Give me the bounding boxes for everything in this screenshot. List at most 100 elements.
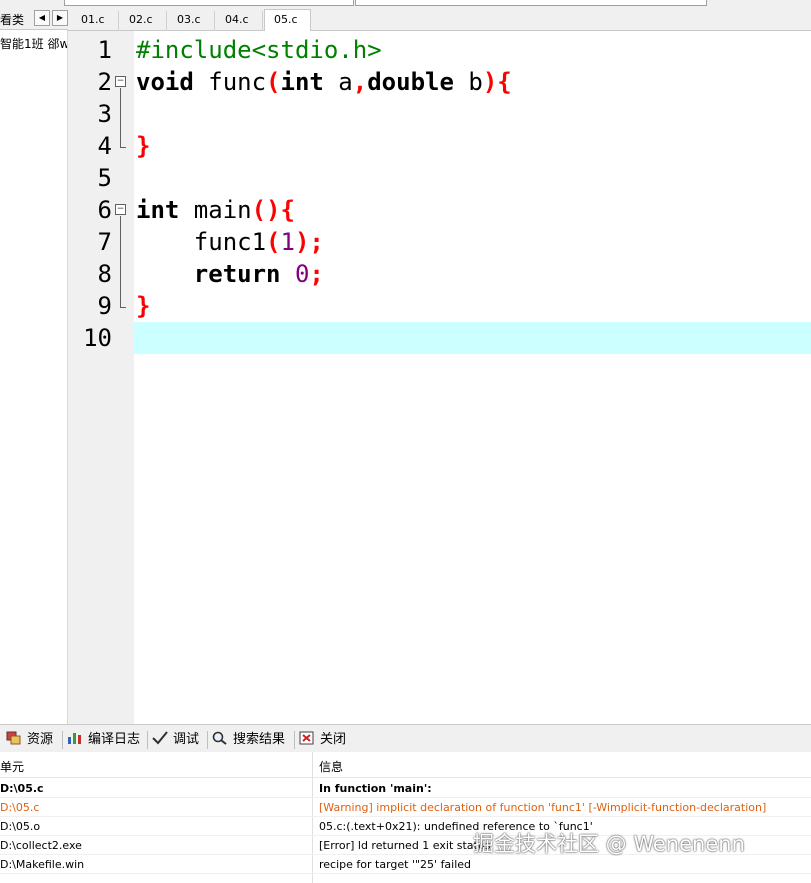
fold-end-marker — [120, 307, 126, 308]
scroll-left-icon[interactable]: ◀ — [34, 10, 50, 26]
close-panel-icon — [299, 731, 315, 745]
number-literal: 0 — [294, 260, 310, 288]
bottom-panel-tabs: 资源 编译日志 调试 搜索结果 关闭 — [0, 724, 811, 752]
code-line-8: return 0; — [136, 258, 324, 290]
tab-resources[interactable]: 资源 — [6, 731, 53, 749]
tab-close[interactable]: 关闭 — [299, 731, 346, 749]
code-line-4: } — [136, 130, 150, 162]
tab-04c[interactable]: 04.c — [216, 11, 263, 31]
keyword: void — [136, 68, 194, 96]
result-unit: D:\Makefile.win — [0, 858, 85, 871]
bar-chart-icon — [67, 731, 83, 745]
fold-end-marker — [120, 147, 126, 148]
result-row[interactable]: D:\05.c [Warning] implicit declaration o… — [0, 798, 811, 817]
tab-debug[interactable]: 调试 — [152, 731, 199, 749]
result-info: [Error] ld returned 1 exit status — [319, 839, 491, 852]
tab-close-label: 关闭 — [320, 732, 347, 747]
line-number: 5 — [97, 164, 112, 192]
fold-collapse-icon[interactable]: − — [115, 204, 126, 215]
project-tree[interactable]: 智能1班 郤w — [0, 30, 68, 724]
result-info: recipe for target '"25' failed — [319, 858, 472, 871]
fold-collapse-icon[interactable]: − — [115, 76, 126, 87]
line-number: 3 — [97, 100, 112, 128]
toolbar-combo-1[interactable] — [64, 0, 354, 6]
column-header-unit[interactable]: 单元 — [0, 758, 24, 775]
tab-search-results-label: 搜索结果 — [233, 732, 286, 747]
tab-separator — [294, 731, 295, 749]
header-divider — [0, 777, 811, 778]
identifier: func1 — [136, 228, 267, 256]
toolbar-combo-2[interactable] — [355, 0, 707, 6]
tab-compile-log[interactable]: 编译日志 — [67, 731, 140, 749]
tab-class-view[interactable]: 看类 — [0, 11, 24, 28]
number-literal: 1 — [280, 228, 295, 256]
result-info: In function 'main': — [319, 782, 432, 795]
line-number: 4 — [97, 132, 112, 160]
tab-debug-label: 调试 — [173, 732, 200, 747]
top-toolbar-strip — [0, 0, 811, 8]
punctuation: ( — [266, 68, 281, 96]
keyword: int — [280, 68, 324, 96]
tab-05c[interactable]: 05.c — [264, 9, 311, 32]
tab-separator — [207, 731, 208, 749]
project-tree-node[interactable]: 智能1班 郤w — [0, 35, 67, 52]
line-number: 1 — [97, 36, 112, 64]
punctuation: } — [136, 132, 151, 160]
result-unit: D:\05.c — [0, 801, 40, 814]
project-panel: 看类 ◀ ▶ 智能1班 郤w — [0, 8, 76, 724]
tab-03c[interactable]: 03.c — [168, 11, 215, 31]
code-line-1: #include<stdio.h> — [136, 34, 382, 66]
code-line-2: void func(int a,double b){ — [136, 66, 512, 98]
line-number: 6 — [97, 196, 112, 224]
line-number: 8 — [97, 260, 112, 288]
identifier: main — [179, 196, 252, 224]
punctuation: ){ — [482, 68, 512, 96]
punctuation: ( — [266, 228, 281, 256]
keyword: int — [136, 196, 180, 224]
keyword: return — [193, 260, 281, 288]
tab-01c[interactable]: 01.c — [72, 11, 119, 31]
result-unit: D:\05.o — [0, 820, 41, 833]
code-editor[interactable]: #include<stdio.h> void func(int a,double… — [134, 31, 811, 724]
identifier: func — [193, 68, 267, 96]
tab-02c[interactable]: 02.c — [120, 11, 167, 31]
punctuation: } — [136, 292, 151, 320]
result-row[interactable]: D:\05.c In function 'main': — [0, 779, 811, 798]
punctuation: (){ — [251, 196, 295, 224]
project-panel-header: 看类 ◀ ▶ — [0, 8, 76, 30]
fold-guide-line — [120, 216, 121, 307]
line-number: 2 — [97, 68, 112, 96]
result-unit: D:\collect2.exe — [0, 839, 82, 852]
tab-separator — [147, 731, 148, 749]
current-line-highlight — [134, 322, 811, 354]
code-line-9: } — [136, 290, 150, 322]
punctuation: , — [352, 68, 368, 96]
scroll-right-icon[interactable]: ▶ — [52, 10, 68, 26]
search-icon — [212, 731, 228, 745]
editor-tab-bar: 01.c 02.c 03.c 04.c 05.c — [68, 8, 811, 32]
result-unit: D:\05.c — [0, 782, 44, 795]
tab-compile-log-label: 编译日志 — [88, 732, 141, 747]
watermark: 掘金技术社区 @ Wenenenn — [473, 832, 745, 856]
column-header-info[interactable]: 信息 — [319, 758, 343, 775]
result-info: [Warning] implicit declaration of functi… — [319, 801, 767, 814]
line-number: 10 — [83, 324, 112, 352]
code-line-6: int main(){ — [136, 194, 295, 226]
tab-search-results[interactable]: 搜索结果 — [212, 731, 285, 749]
punctuation: ); — [294, 228, 324, 256]
line-number: 7 — [97, 228, 112, 256]
preprocessor-directive: #include<stdio.h> — [136, 36, 382, 64]
line-number: 9 — [97, 292, 112, 320]
line-number-gutter: 1 2 3 4 5 6 7 8 9 10 − − — [76, 31, 134, 724]
code-line-7: func1(1); — [136, 226, 324, 258]
resources-icon — [6, 731, 22, 745]
punctuation: ; — [309, 260, 324, 288]
identifier: a — [323, 68, 353, 96]
identifier: b — [453, 68, 483, 96]
compile-results-list[interactable]: 单元 信息 D:\05.c In function 'main': D:\05.… — [0, 752, 811, 883]
checkmark-icon — [152, 731, 168, 745]
fold-guide-line — [120, 88, 121, 147]
keyword: double — [367, 68, 454, 96]
tab-resources-label: 资源 — [27, 732, 54, 747]
